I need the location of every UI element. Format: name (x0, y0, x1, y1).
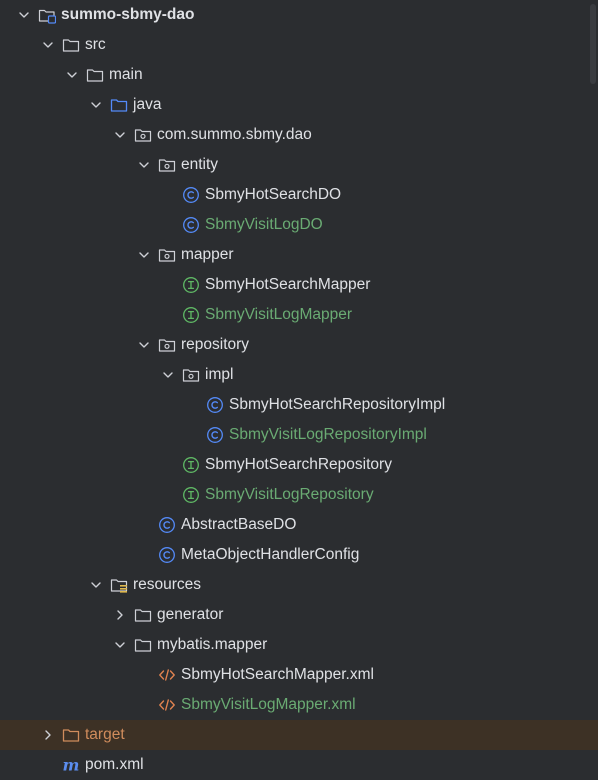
tree-node-label: SbmyVisitLogRepository (205, 486, 374, 503)
chevron-down-icon[interactable] (40, 37, 56, 53)
tree-node-label: com.summo.sbmy.dao (157, 126, 312, 143)
tree-node-label: generator (157, 606, 224, 623)
tree-node-class[interactable]: SbmyHotSearchDO (0, 180, 598, 210)
tree-node-label: SbmyVisitLogMapper (205, 306, 353, 323)
source-root-folder-icon (110, 96, 128, 114)
tree-node-label: impl (205, 366, 234, 383)
maven-icon: m (62, 756, 80, 774)
chevron-right-icon[interactable] (40, 727, 56, 743)
tree-node-mybatis-mapper[interactable]: mybatis.mapper (0, 630, 598, 660)
package-icon (134, 126, 152, 144)
tree-node-class[interactable]: SbmyVisitLogRepositoryImpl (0, 420, 598, 450)
tree-node-label: target (85, 726, 125, 743)
tree-node-label: SbmyVisitLogDO (205, 216, 323, 233)
tree-node-label: main (109, 66, 143, 83)
tree-node-root-module[interactable]: summo-sbmy-dao (0, 0, 598, 30)
module-folder-icon (38, 6, 56, 24)
tree-node-xml-file[interactable]: SbmyHotSearchMapper.xml (0, 660, 598, 690)
class-icon (182, 216, 200, 234)
chevron-down-icon[interactable] (136, 337, 152, 353)
chevron-down-icon[interactable] (136, 247, 152, 263)
class-icon (158, 546, 176, 564)
chevron-down-icon[interactable] (136, 157, 152, 173)
tree-node-main[interactable]: main (0, 60, 598, 90)
tree-node-interface[interactable]: SbmyVisitLogRepository (0, 480, 598, 510)
class-icon (182, 186, 200, 204)
tree-node-target[interactable]: target (0, 720, 598, 750)
chevron-down-icon[interactable] (64, 67, 80, 83)
tree-node-package[interactable]: com.summo.sbmy.dao (0, 120, 598, 150)
tree-node-label: pom.xml (85, 756, 144, 773)
tree-node-label: repository (181, 336, 250, 353)
interface-icon (182, 306, 200, 324)
folder-icon (134, 636, 152, 654)
tree-node-label: summo-sbmy-dao (61, 6, 195, 23)
tree-node-entity[interactable]: entity (0, 150, 598, 180)
folder-icon (134, 606, 152, 624)
tree-node-pom[interactable]: m pom.xml (0, 750, 598, 780)
chevron-down-icon[interactable] (16, 7, 32, 23)
tree-node-resources[interactable]: resources (0, 570, 598, 600)
class-icon (206, 396, 224, 414)
tree-node-interface[interactable]: SbmyHotSearchMapper (0, 270, 598, 300)
xml-file-icon (158, 696, 176, 714)
tree-node-class[interactable]: SbmyVisitLogDO (0, 210, 598, 240)
tree-node-label: SbmyHotSearchMapper (205, 276, 371, 293)
tree-node-repository[interactable]: repository (0, 330, 598, 360)
tree-node-label: AbstractBaseDO (181, 516, 297, 533)
tree-node-label: mybatis.mapper (157, 636, 268, 653)
tree-node-label: mapper (181, 246, 234, 263)
chevron-right-icon[interactable] (112, 607, 128, 623)
resources-root-folder-icon (110, 576, 128, 594)
tree-node-label: MetaObjectHandlerConfig (181, 546, 360, 563)
tree-node-mapper[interactable]: mapper (0, 240, 598, 270)
chevron-down-icon[interactable] (160, 367, 176, 383)
chevron-down-icon[interactable] (112, 127, 128, 143)
tree-node-generator[interactable]: generator (0, 600, 598, 630)
interface-icon (182, 486, 200, 504)
tree-node-interface[interactable]: SbmyHotSearchRepository (0, 450, 598, 480)
interface-icon (182, 456, 200, 474)
tree-node-java[interactable]: java (0, 90, 598, 120)
tree-node-label: entity (181, 156, 219, 173)
package-icon (158, 246, 176, 264)
tree-node-label: SbmyHotSearchMapper.xml (181, 666, 374, 683)
tree-node-class[interactable]: SbmyHotSearchRepositoryImpl (0, 390, 598, 420)
tree-node-interface[interactable]: SbmyVisitLogMapper (0, 300, 598, 330)
project-tree: summo-sbmy-dao src main java com.summo.s… (0, 0, 598, 780)
folder-icon (62, 36, 80, 54)
tree-node-label: resources (133, 576, 202, 593)
class-icon (206, 426, 224, 444)
scrollbar[interactable] (590, 4, 596, 84)
tree-node-class[interactable]: AbstractBaseDO (0, 510, 598, 540)
excluded-folder-icon (62, 726, 80, 744)
package-icon (158, 336, 176, 354)
tree-node-class[interactable]: MetaObjectHandlerConfig (0, 540, 598, 570)
xml-file-icon (158, 666, 176, 684)
tree-node-impl[interactable]: impl (0, 360, 598, 390)
chevron-down-icon[interactable] (88, 577, 104, 593)
tree-node-label: src (85, 36, 106, 53)
tree-node-src[interactable]: src (0, 30, 598, 60)
chevron-down-icon[interactable] (88, 97, 104, 113)
tree-node-label: SbmyVisitLogRepositoryImpl (229, 426, 427, 443)
package-icon (182, 366, 200, 384)
tree-node-label: java (133, 96, 162, 113)
tree-node-label: SbmyVisitLogMapper.xml (181, 696, 356, 713)
class-icon (158, 516, 176, 534)
svg-text:m: m (63, 756, 80, 774)
folder-icon (86, 66, 104, 84)
tree-node-label: SbmyHotSearchDO (205, 186, 342, 203)
tree-node-label: SbmyHotSearchRepositoryImpl (229, 396, 446, 413)
tree-node-xml-file[interactable]: SbmyVisitLogMapper.xml (0, 690, 598, 720)
interface-icon (182, 276, 200, 294)
tree-node-label: SbmyHotSearchRepository (205, 456, 392, 473)
package-icon (158, 156, 176, 174)
chevron-down-icon[interactable] (112, 637, 128, 653)
